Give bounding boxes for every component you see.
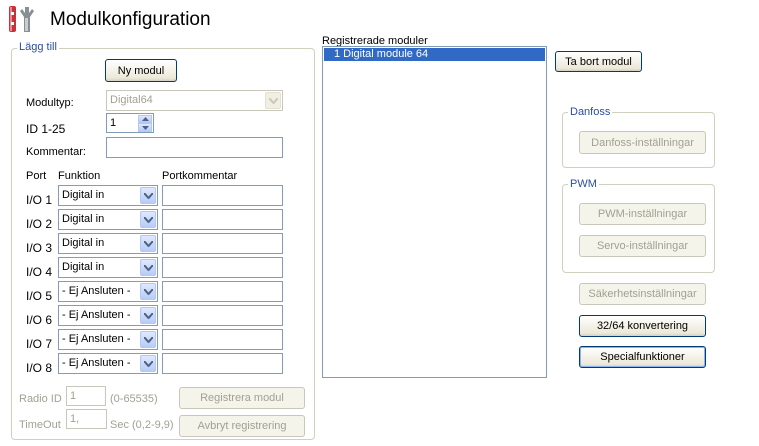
timeout-value: 1, — [70, 413, 80, 425]
timeout-input[interactable]: 1, — [66, 409, 107, 429]
port-label: I/O 4 — [26, 265, 53, 279]
chevron-down-icon — [140, 235, 156, 252]
function-column-header: Funktion — [58, 170, 101, 182]
comment-label: Kommentar: — [26, 146, 86, 158]
id-label: ID 1-25 — [26, 122, 66, 136]
port-label: I/O 8 — [26, 361, 53, 375]
register-module-button[interactable]: Registrera modul — [179, 387, 305, 409]
chevron-down-icon — [140, 307, 156, 324]
port-function-select[interactable]: Digital in — [58, 233, 158, 254]
comment-input[interactable] — [106, 137, 283, 158]
chevron-down-icon — [140, 187, 156, 204]
port-comment-input[interactable] — [162, 233, 283, 254]
port-column-header: Port — [26, 170, 47, 182]
timeout-label: TimeOut — [19, 419, 61, 431]
timeout-range-label: Sec (0,2-9,9) — [110, 419, 174, 431]
stepper-down-icon[interactable] — [138, 123, 152, 132]
danfoss-group-label: Danfoss — [568, 106, 613, 118]
chevron-down-icon — [265, 92, 281, 109]
port-function-value: Digital in — [62, 189, 105, 201]
port-comment-input[interactable] — [162, 353, 283, 374]
chevron-down-icon — [140, 331, 156, 348]
port-comment-input[interactable] — [162, 185, 283, 206]
port-comment-column-header: Portkommentar — [162, 170, 238, 182]
pwm-settings-button[interactable]: PWM-inställningar — [579, 203, 706, 225]
id-stepper[interactable]: 1 — [106, 113, 154, 133]
chevron-down-icon — [140, 259, 156, 276]
remove-module-button[interactable]: Ta bort modul — [555, 51, 642, 72]
radio-id-value: 1 — [70, 390, 77, 402]
port-comment-input[interactable] — [162, 281, 283, 302]
port-function-value: - Ej Ansluten - — [62, 309, 131, 321]
stepper-up-icon[interactable] — [138, 115, 152, 123]
port-label: I/O 5 — [26, 289, 53, 303]
port-function-select[interactable]: - Ej Ansluten - — [58, 329, 158, 350]
safety-settings-button[interactable]: Säkerhetsinställningar — [579, 283, 706, 305]
cancel-registration-button[interactable]: Avbryt registrering — [179, 415, 305, 437]
danfoss-settings-button[interactable]: Danfoss-inställningar — [579, 131, 706, 154]
port-label: I/O 2 — [26, 217, 53, 231]
module-type-value: Digital64 — [110, 94, 153, 106]
special-functions-button[interactable]: Specialfunktioner — [579, 346, 706, 368]
port-function-value: Digital in — [62, 261, 105, 273]
chevron-down-icon — [140, 211, 156, 228]
port-function-select[interactable]: - Ej Ansluten - — [58, 281, 158, 302]
port-function-select[interactable]: Digital in — [58, 209, 158, 230]
port-comment-input[interactable] — [162, 305, 283, 326]
port-function-select[interactable]: Digital in — [58, 185, 158, 206]
port-function-select[interactable]: - Ej Ansluten - — [58, 353, 158, 374]
chevron-down-icon — [140, 283, 156, 300]
port-comment-input[interactable] — [162, 257, 283, 278]
port-label: I/O 7 — [26, 337, 53, 351]
port-function-value: - Ej Ansluten - — [62, 333, 131, 345]
module-type-select[interactable]: Digital64 — [106, 90, 283, 111]
registered-modules-list[interactable]: 1 Digital module 64 — [322, 46, 547, 378]
pwm-group — [562, 184, 715, 273]
port-function-select[interactable]: - Ej Ansluten - — [58, 305, 158, 326]
port-function-value: Digital in — [62, 213, 105, 225]
module-type-label: Modultyp: — [26, 97, 74, 109]
pwm-group-label: PWM — [568, 178, 599, 190]
add-module-group-label: Lägg till — [17, 41, 59, 53]
port-label: I/O 6 — [26, 313, 53, 327]
port-function-value: - Ej Ansluten - — [62, 357, 131, 369]
port-label: I/O 1 — [26, 193, 53, 207]
radio-id-input[interactable]: 1 — [66, 386, 106, 406]
chevron-down-icon — [140, 355, 156, 372]
new-module-button[interactable]: Ny modul — [105, 59, 177, 82]
radio-id-range-label: (0-65535) — [110, 393, 158, 405]
servo-settings-button[interactable]: Servo-inställningar — [579, 235, 706, 257]
id-value: 1 — [110, 117, 117, 129]
tools-icon — [3, 3, 37, 35]
port-function-select[interactable]: Digital in — [58, 257, 158, 278]
list-item[interactable]: 1 Digital module 64 — [324, 48, 545, 61]
port-label: I/O 3 — [26, 241, 53, 255]
port-comment-input[interactable] — [162, 209, 283, 230]
radio-id-label: Radio ID — [19, 393, 62, 405]
page-title: Modulkonfiguration — [50, 9, 211, 30]
port-comment-input[interactable] — [162, 329, 283, 350]
conversion-button[interactable]: 32/64 konvertering — [579, 315, 706, 337]
port-function-value: Digital in — [62, 237, 105, 249]
port-function-value: - Ej Ansluten - — [62, 285, 131, 297]
